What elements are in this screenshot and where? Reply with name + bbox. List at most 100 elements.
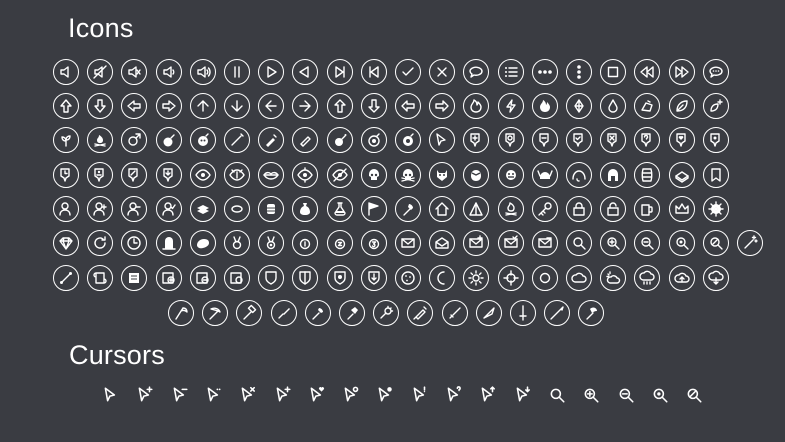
zoom-in-icon[interactable] — [600, 230, 627, 256]
demon-mask-icon[interactable] — [429, 162, 456, 188]
lock-closed-icon[interactable] — [566, 196, 592, 222]
cloud-sun-icon[interactable] — [600, 265, 627, 291]
sparkle-leaf-icon[interactable] — [702, 93, 729, 119]
coin-icon[interactable] — [224, 196, 250, 222]
fire-outline-icon[interactable] — [463, 93, 490, 119]
circle-icon[interactable] — [531, 265, 558, 291]
campfire-icon[interactable] — [497, 196, 524, 222]
eye-target-icon[interactable] — [292, 162, 319, 188]
pin-clock-icon[interactable] — [53, 162, 79, 188]
mammoth-icon[interactable] — [566, 162, 592, 188]
pin-down-icon[interactable] — [155, 162, 182, 188]
water-drop-icon[interactable] — [600, 93, 627, 119]
crown-icon[interactable] — [668, 196, 695, 222]
cookie-icon[interactable] — [395, 265, 421, 291]
house-icon[interactable] — [429, 196, 456, 222]
check-icon[interactable] — [395, 59, 421, 85]
cursor-cross-icon[interactable] — [238, 385, 258, 405]
pin-plus-icon[interactable] — [463, 127, 490, 153]
map-zoom-out-icon[interactable] — [189, 265, 216, 291]
male-icon[interactable] — [121, 127, 148, 153]
cursor-coin-icon[interactable] — [375, 385, 395, 405]
skip-forward-icon[interactable] — [326, 59, 353, 85]
pin-edit-icon[interactable] — [121, 162, 148, 188]
alien-icon[interactable] — [463, 162, 490, 188]
mace-icon[interactable] — [373, 300, 400, 326]
zoom-reset-icon[interactable] — [668, 230, 695, 256]
eye-icon[interactable] — [189, 162, 216, 188]
tent-icon[interactable] — [463, 196, 490, 222]
pin-person-icon[interactable] — [87, 162, 114, 188]
zoom-out-icon[interactable] — [634, 230, 661, 256]
bomb-icon[interactable] — [155, 127, 182, 153]
scroll-bone-icon[interactable] — [53, 265, 79, 291]
mail-open-icon[interactable] — [429, 230, 456, 256]
medal-three-icon[interactable] — [360, 230, 387, 256]
viking-helmet-icon[interactable] — [531, 162, 558, 188]
scroll-paper-icon[interactable] — [121, 265, 148, 291]
chevron-arrow-up-icon[interactable] — [326, 93, 353, 119]
arrow-up-icon[interactable] — [189, 93, 216, 119]
mail-minus-icon[interactable] — [531, 230, 558, 256]
potion-icon[interactable] — [258, 127, 285, 153]
war-hammer-icon[interactable] — [339, 300, 365, 326]
beer-mug-icon[interactable] — [634, 196, 661, 222]
shield-arrow-icon[interactable] — [360, 265, 387, 291]
pin-cross-icon[interactable] — [600, 127, 627, 153]
cloud-download-icon[interactable] — [702, 265, 729, 291]
pin-question-icon[interactable] — [634, 127, 661, 153]
medal-one-icon[interactable] — [292, 230, 319, 256]
sword-icon[interactable] — [510, 300, 536, 326]
skip-back-icon[interactable] — [360, 59, 387, 85]
cursor-zoom-out-icon[interactable] — [616, 385, 636, 405]
refresh-circle-icon[interactable] — [87, 230, 114, 256]
arrow-down-outline-icon[interactable] — [87, 93, 114, 119]
dagger-icon[interactable] — [441, 300, 468, 326]
key-icon[interactable] — [531, 196, 558, 222]
torch-stick-icon[interactable] — [304, 300, 331, 326]
spartan-helmet-icon[interactable] — [600, 162, 627, 188]
chest-icon[interactable] — [668, 162, 695, 188]
bookmark-icon[interactable] — [702, 162, 729, 188]
cursor-zoom-reset-icon[interactable] — [650, 385, 670, 405]
mail-check-icon[interactable] — [497, 230, 524, 256]
shield-split-icon[interactable] — [292, 265, 319, 291]
skull-crossbones-icon[interactable] — [395, 162, 421, 188]
reverse-play-icon[interactable] — [292, 59, 319, 85]
map-zoom-in-icon[interactable] — [155, 265, 182, 291]
shield-icon[interactable] — [258, 265, 285, 291]
foot-icon[interactable] — [634, 93, 661, 119]
speaker-icon[interactable] — [53, 59, 79, 85]
chevron-arrow-right-icon[interactable] — [429, 93, 456, 119]
pin-check-icon[interactable] — [566, 127, 592, 153]
wand-icon[interactable] — [224, 127, 250, 153]
monster-icon[interactable] — [497, 162, 524, 188]
clock-icon[interactable] — [121, 230, 148, 256]
spear-icon[interactable] — [544, 300, 571, 326]
bomb-gear-icon[interactable] — [395, 127, 421, 153]
list-icon[interactable] — [497, 59, 524, 85]
cursor-zoom-in-icon[interactable] — [581, 385, 601, 405]
grave-icon[interactable] — [155, 230, 182, 256]
chat-ellipsis-icon[interactable] — [702, 59, 729, 85]
cursor-zoom-off-icon[interactable] — [684, 385, 704, 405]
moon-icon[interactable] — [429, 265, 456, 291]
chisel-icon[interactable] — [270, 300, 297, 326]
eye-slit-icon[interactable] — [224, 162, 250, 188]
pin-settings-icon[interactable] — [702, 127, 729, 153]
fast-forward-icon[interactable] — [668, 59, 695, 85]
speaker-off-icon[interactable] — [121, 59, 148, 85]
arrow-right-icon[interactable] — [292, 93, 319, 119]
medal-ribbon-icon[interactable] — [224, 230, 250, 256]
diamond-icon[interactable] — [53, 230, 79, 256]
user-check-icon[interactable] — [155, 196, 182, 222]
axe-icon[interactable] — [578, 300, 605, 326]
pin-minus-icon[interactable] — [531, 127, 558, 153]
cursor-plus-icon[interactable] — [135, 385, 155, 405]
cursor-bar-icon[interactable] — [273, 385, 293, 405]
leaf-icon[interactable] — [668, 93, 695, 119]
syringe-icon[interactable] — [407, 300, 434, 326]
crosshair-icon[interactable] — [497, 265, 524, 291]
gear-icon[interactable] — [702, 196, 729, 222]
more-horizontal-icon[interactable] — [531, 59, 558, 85]
